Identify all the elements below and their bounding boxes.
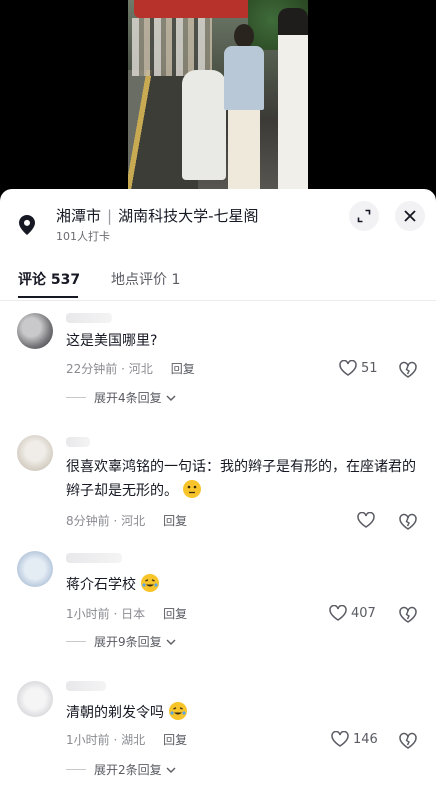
thinking-face-emoji-icon — [183, 480, 201, 498]
comment-meta: 22分钟前 · 河北 回复 — [66, 360, 195, 377]
comment-meta: 1小时前 · 湖北 回复 — [66, 731, 187, 748]
expand-replies-label: 展开4条回复 — [94, 391, 162, 405]
video-right-person — [278, 8, 308, 200]
video-standing-person — [220, 24, 268, 190]
tab-comments[interactable]: 评论 537 — [18, 269, 80, 289]
comment-time-location: 22分钟前 · 河北 — [66, 362, 153, 376]
comment-text: 很喜欢辜鸿铭的一句话：我的辫子是有形的，在座诸君的辫子却是无形的。 — [66, 455, 416, 503]
location-place: 湖南科技大学-七星阁 — [118, 207, 259, 225]
laughing-crying-emoji-icon — [141, 574, 159, 592]
like-button[interactable]: 51 — [339, 360, 378, 376]
video-frame — [128, 0, 308, 200]
like-count: 146 — [353, 731, 378, 747]
avatar[interactable] — [17, 313, 53, 349]
comment-text-content: 清朝的剃发令吗 — [66, 705, 164, 721]
expand-replies-label: 展开2条回复 — [94, 763, 162, 777]
chevron-down-icon — [166, 639, 176, 645]
video-awning — [134, 0, 252, 18]
reply-button[interactable]: 回复 — [163, 514, 187, 528]
heart-icon — [357, 512, 375, 528]
expand-replies[interactable]: 展开2条回复 — [66, 761, 176, 778]
like-count: 407 — [351, 605, 376, 621]
comment-text: 清朝的剃发令吗 — [66, 701, 416, 725]
close-button[interactable] — [395, 201, 425, 231]
video-player[interactable] — [0, 0, 436, 200]
reply-button[interactable]: 回复 — [163, 733, 187, 747]
avatar[interactable] — [17, 435, 53, 471]
comment-text: 蒋介石学校 — [66, 573, 416, 597]
chevron-down-icon — [166, 395, 176, 401]
expand-divider — [66, 397, 86, 398]
like-button[interactable]: 146 — [331, 731, 378, 747]
location-separator: | — [107, 207, 113, 225]
broken-heart-icon[interactable] — [399, 732, 417, 750]
video-crowd — [132, 18, 212, 76]
heart-icon — [339, 360, 357, 376]
reply-button[interactable]: 回复 — [171, 362, 195, 376]
avatar[interactable] — [17, 681, 53, 717]
like-button[interactable] — [357, 512, 379, 528]
comment-sheet: 湘潭市 | 湖南科技大学-七星阁 101人打卡 评论 537 地点评价 1 这是美国… — [0, 189, 436, 800]
username[interactable] — [66, 681, 106, 691]
username[interactable] — [66, 437, 90, 447]
username[interactable] — [66, 553, 122, 563]
expand-icon — [357, 209, 371, 223]
heart-icon — [331, 731, 349, 747]
comment-text-content: 蒋介石学校 — [66, 577, 136, 593]
like-button[interactable]: 407 — [329, 605, 376, 621]
broken-heart-icon[interactable] — [399, 361, 417, 379]
comment-meta: 1小时前 · 日本 回复 — [66, 605, 187, 622]
expand-replies[interactable]: 展开9条回复 — [66, 633, 176, 650]
avatar[interactable] — [17, 551, 53, 587]
expand-replies-label: 展开9条回复 — [94, 635, 162, 649]
broken-heart-icon[interactable] — [399, 513, 417, 531]
close-icon — [404, 210, 416, 222]
comment-text-content: 很喜欢辜鸿铭的一句话：我的辫子是有形的，在座诸君的辫子却是无形的。 — [66, 459, 416, 499]
like-count: 51 — [361, 360, 378, 376]
broken-heart-icon[interactable] — [399, 606, 417, 624]
expand-divider — [66, 641, 86, 642]
username[interactable] — [66, 313, 112, 323]
active-tab-indicator — [18, 296, 78, 298]
chevron-down-icon — [166, 767, 176, 773]
comment-time-location: 1小时前 · 日本 — [66, 607, 146, 621]
comment-time-location: 1小时前 · 湖北 — [66, 733, 146, 747]
expand-replies[interactable]: 展开4条回复 — [66, 389, 176, 406]
location-city: 湘潭市 — [56, 207, 102, 225]
laughing-crying-emoji-icon — [169, 702, 187, 720]
expand-divider — [66, 769, 86, 770]
location-checkins: 101人打卡 — [56, 230, 110, 243]
comment-tabs: 评论 537 地点评价 1 — [0, 263, 436, 301]
comment-text: 这是美国哪里? — [66, 333, 158, 349]
heart-icon — [329, 605, 347, 621]
comment-meta: 8分钟前 · 河北 回复 — [66, 512, 187, 529]
location-title[interactable]: 湘潭市 | 湖南科技大学-七星阁 — [56, 205, 259, 226]
expand-button[interactable] — [349, 201, 379, 231]
comment-time-location: 8分钟前 · 河北 — [66, 514, 146, 528]
location-pin-icon — [19, 215, 35, 235]
reply-button[interactable]: 回复 — [163, 607, 187, 621]
location-header[interactable]: 湘潭市 | 湖南科技大学-七星阁 101人打卡 — [0, 189, 436, 249]
tab-location-reviews[interactable]: 地点评价 1 — [111, 269, 180, 289]
